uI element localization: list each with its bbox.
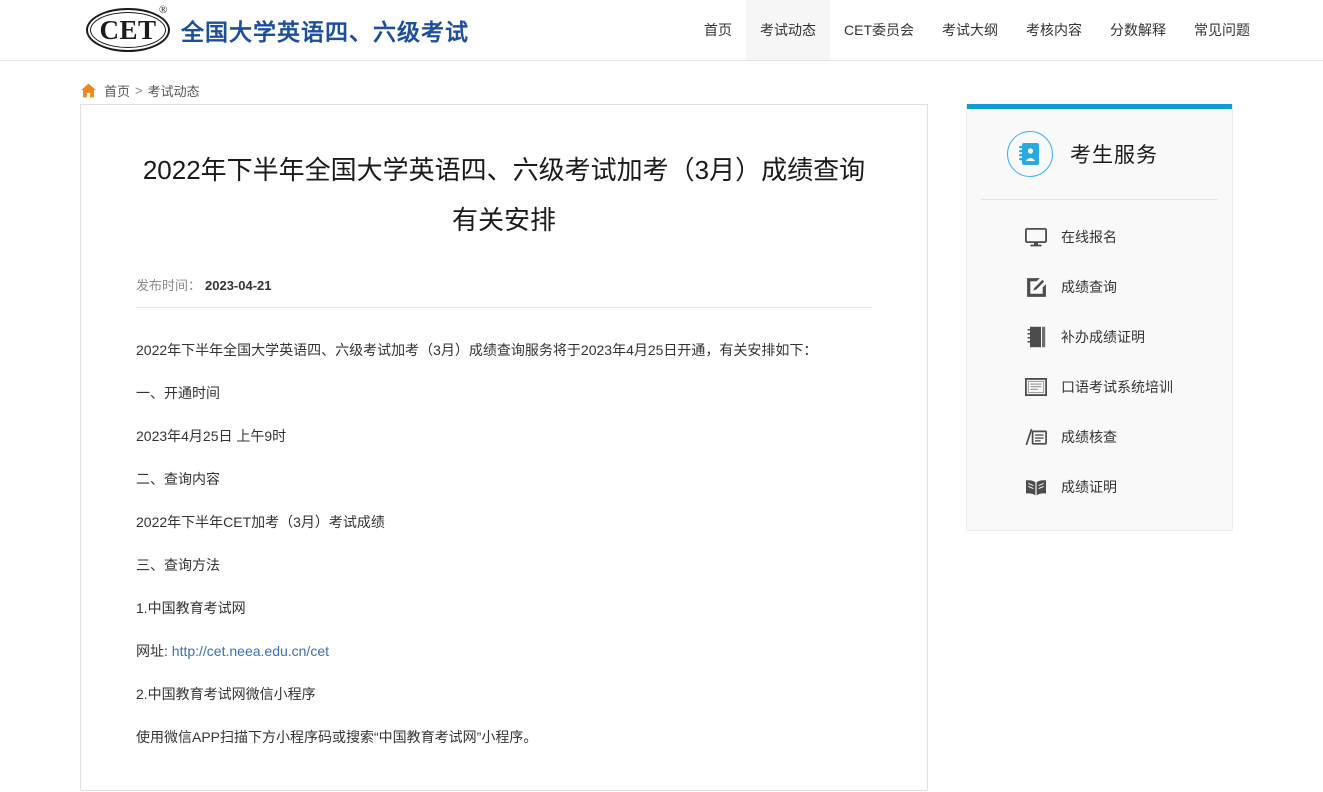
service-item-label: 成绩核查 [1061, 427, 1117, 447]
nav-item-assessment-content[interactable]: 考核内容 [1012, 0, 1096, 60]
nav-item-exam-news[interactable]: 考试动态 [746, 0, 830, 60]
article-url-line: 网址: http://cet.neea.edu.cn/cet [136, 621, 872, 664]
article-meta: 发布时间： 2023-04-21 [136, 275, 872, 308]
article-paragraph: 2022年下半年全国大学英语四、六级考试加考（3月）成绩查询服务将于2023年4… [136, 320, 872, 363]
notebook-icon [1025, 326, 1047, 348]
service-item-score-verification[interactable]: 成绩核查 [967, 412, 1232, 462]
pencil-square-icon [1025, 276, 1047, 298]
article-paragraph: 2.中国教育考试网微信小程序 [136, 664, 872, 707]
service-item-label: 成绩证明 [1061, 477, 1117, 497]
breadcrumb: 首页 > 考试动态 [80, 76, 1323, 104]
panel-title: 考生服务 [1070, 139, 1158, 169]
service-list: 在线报名 成绩查询 [967, 200, 1232, 530]
monitor-icon [1025, 226, 1047, 248]
site-brand[interactable]: CET ® 全国大学英语四、六级考试 [85, 4, 469, 56]
page-wrap: 2022年下半年全国大学英语四、六级考试加考（3月）成绩查询有关安排 发布时间：… [0, 104, 1323, 791]
home-icon [80, 83, 97, 98]
service-item-label: 补办成绩证明 [1061, 327, 1145, 347]
cet-oval-logo-icon: CET ® [85, 4, 175, 56]
id-card-glyph-icon [1019, 142, 1041, 166]
registered-mark-icon: ® [159, 4, 167, 16]
service-item-label: 成绩查询 [1061, 277, 1117, 297]
service-item-online-registration[interactable]: 在线报名 [967, 212, 1232, 262]
service-item-label: 在线报名 [1061, 227, 1117, 247]
service-item-reissue-certificate[interactable]: 补办成绩证明 [967, 312, 1232, 362]
article-paragraph: 二、查询内容 [136, 449, 872, 492]
id-card-icon [1007, 131, 1053, 177]
service-item-oral-exam-training[interactable]: 口语考试系统培训 [967, 362, 1232, 412]
cet-website-link[interactable]: http://cet.neea.edu.cn/cet [172, 643, 329, 659]
page-title: 2022年下半年全国大学英语四、六级考试加考（3月）成绩查询有关安排 [136, 145, 872, 245]
main-nav: 首页 考试动态 CET委员会 考试大纲 考核内容 分数解释 常见问题 [690, 0, 1264, 60]
breadcrumb-current: 考试动态 [148, 81, 200, 100]
candidate-service-panel: 考生服务 在线报名 [966, 104, 1233, 531]
article-card: 2022年下半年全国大学英语四、六级考试加考（3月）成绩查询有关安排 发布时间：… [80, 104, 928, 791]
panel-header: 考生服务 [981, 109, 1218, 200]
certificate-icon [1025, 376, 1047, 398]
article-paragraph: 2023年4月25日 上午9时 [136, 406, 872, 449]
article-paragraph: 1.中国教育考试网 [136, 578, 872, 621]
service-item-label: 口语考试系统培训 [1061, 377, 1173, 397]
breadcrumb-separator: > [135, 83, 143, 98]
url-line-prefix: 网址: [136, 643, 172, 659]
article-paragraph: 三、查询方法 [136, 535, 872, 578]
document-pen-icon [1025, 426, 1047, 448]
sidebar: 考生服务 在线报名 [966, 104, 1233, 531]
article-paragraph: 使用微信APP扫描下方小程序码或搜索“中国教育考试网”小程序。 [136, 707, 872, 750]
publish-time-value: 2023-04-21 [205, 278, 272, 293]
service-item-score-query[interactable]: 成绩查询 [967, 262, 1232, 312]
brand-title: 全国大学英语四、六级考试 [181, 13, 469, 47]
breadcrumb-home-link[interactable]: 首页 [104, 81, 130, 100]
nav-item-cet-committee[interactable]: CET委员会 [830, 0, 928, 60]
publish-time-label: 发布时间： [136, 278, 201, 293]
article-paragraph: 一、开通时间 [136, 363, 872, 406]
nav-item-score-explanation[interactable]: 分数解释 [1096, 0, 1180, 60]
article-paragraph: 2022年下半年CET加考（3月）考试成绩 [136, 492, 872, 535]
article-body: 2022年下半年全国大学英语四、六级考试加考（3月）成绩查询服务将于2023年4… [136, 320, 872, 750]
open-book-icon [1025, 476, 1047, 498]
nav-item-home[interactable]: 首页 [690, 0, 746, 60]
nav-item-faq[interactable]: 常见问题 [1180, 0, 1264, 60]
site-header: CET ® 全国大学英语四、六级考试 首页 考试动态 CET委员会 考试大纲 考… [0, 0, 1323, 61]
service-item-score-certificate[interactable]: 成绩证明 [967, 462, 1232, 512]
nav-item-syllabus[interactable]: 考试大纲 [928, 0, 1012, 60]
